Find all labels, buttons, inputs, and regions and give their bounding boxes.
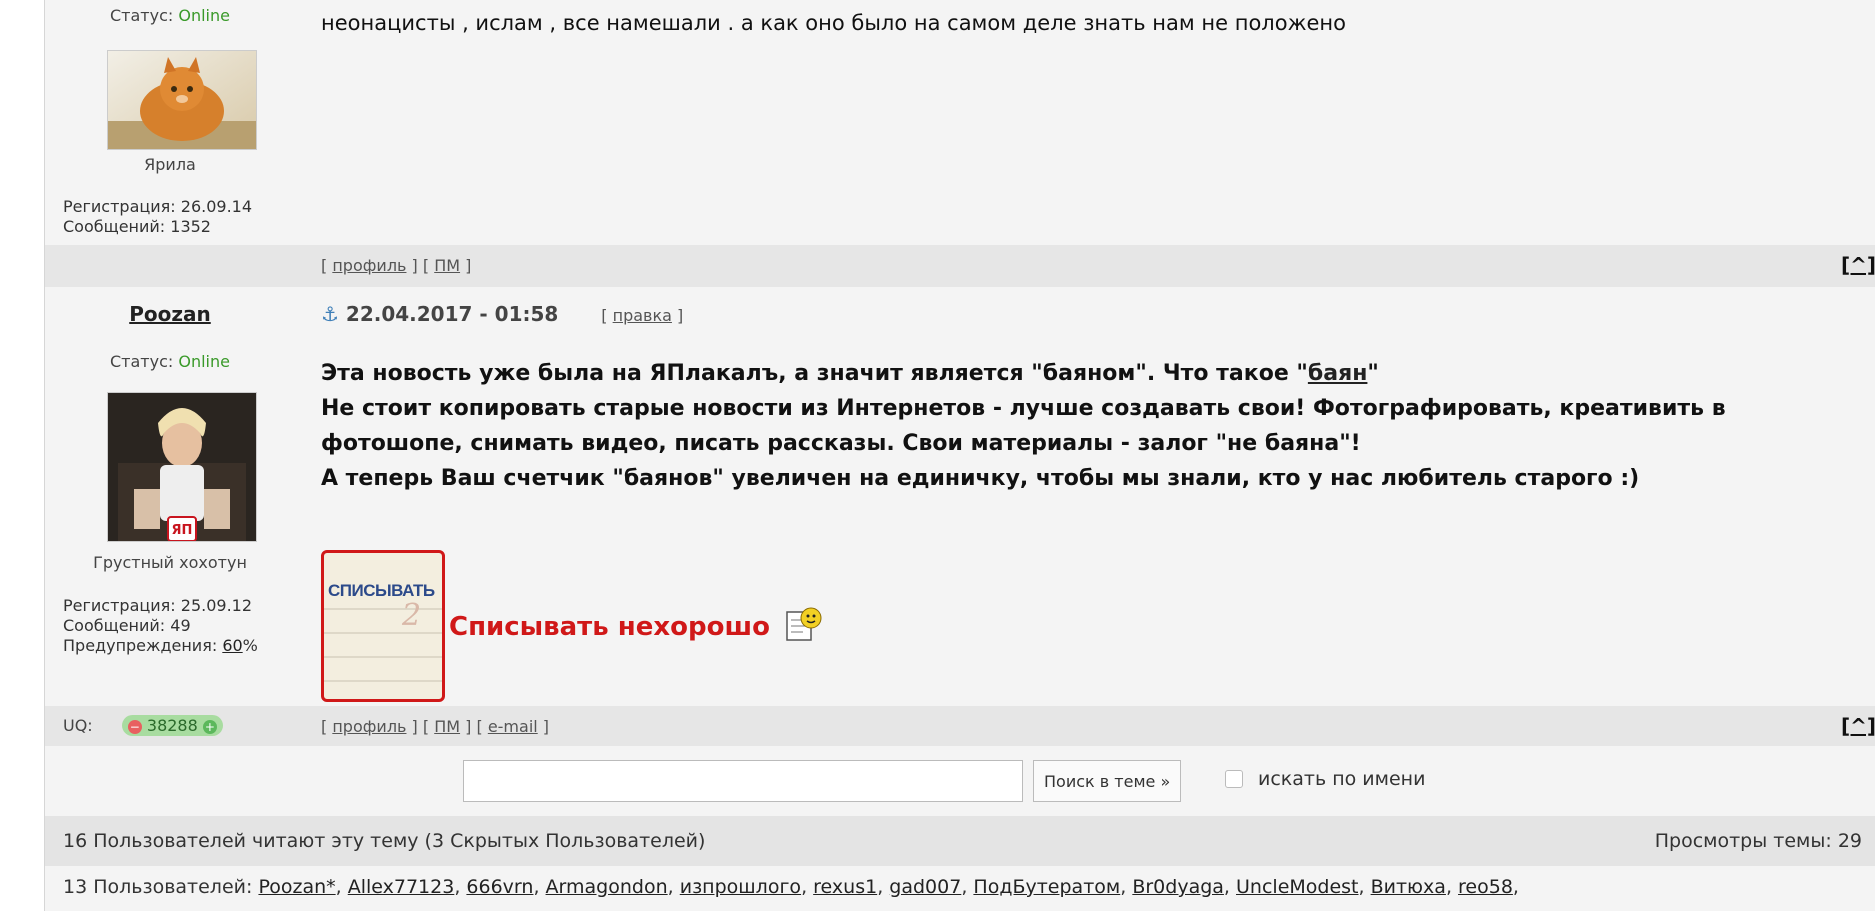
separator: , bbox=[1223, 876, 1230, 898]
separator: , bbox=[533, 876, 540, 898]
separator: , bbox=[1445, 876, 1452, 898]
copying-sticker-image: 2 СПИСЫВАТЬ bbox=[321, 550, 445, 702]
uq-value: 38288 bbox=[146, 716, 198, 735]
pm-link[interactable]: ПМ bbox=[434, 256, 460, 275]
back-to-top-link[interactable]: [^] bbox=[1841, 714, 1875, 738]
separator: , bbox=[1358, 876, 1365, 898]
back-to-top-link[interactable]: [^] bbox=[1841, 253, 1875, 277]
profile-link[interactable]: профиль bbox=[332, 717, 406, 736]
warnings-line: Предупреждения: 60% bbox=[63, 636, 258, 655]
post2-author-panel: Статус: Online bbox=[45, 352, 295, 371]
online-status: Online bbox=[178, 352, 230, 371]
post2-text: Эта новость уже была на ЯПлакалъ, а знач… bbox=[321, 356, 1726, 496]
post1-status: Статус: Online bbox=[110, 6, 230, 25]
reader-user-link[interactable]: Витюха bbox=[1371, 876, 1446, 898]
post2-header: ⚓ 22.04.2017 - 01:58 [ правка ] bbox=[321, 302, 683, 326]
separator: , bbox=[454, 876, 461, 898]
separator: , bbox=[801, 876, 808, 898]
post2-line4: А теперь Ваш счетчик "баянов" увеличен н… bbox=[321, 466, 1640, 491]
reader-user-link[interactable]: Poozan* bbox=[258, 876, 335, 898]
reader-user-link[interactable]: 666vrn bbox=[466, 876, 533, 898]
forum-page: Статус: Online Ярила Регистрация: 26.09.… bbox=[44, 0, 1875, 911]
post1-links: [ профиль ] [ ПМ ] bbox=[321, 256, 472, 275]
registration-date: Регистрация: 25.09.12 bbox=[63, 596, 253, 615]
reader-user-link[interactable]: ПодБутератом bbox=[973, 876, 1120, 898]
search-by-name-checkbox[interactable] bbox=[1225, 770, 1243, 788]
registration-date: Регистрация: 26.09.14 bbox=[63, 197, 253, 216]
online-status: Online bbox=[178, 6, 230, 25]
post1-footer-bar: [ профиль ] [ ПМ ] [^] bbox=[45, 245, 1875, 287]
uq-plus-button[interactable]: + bbox=[202, 720, 217, 734]
separator: , bbox=[667, 876, 674, 898]
search-in-topic-button[interactable]: Поиск в теме » bbox=[1033, 760, 1182, 802]
profile-link[interactable]: профиль bbox=[332, 256, 406, 275]
readers-users-line: 13 Пользователей: Poozan*, Allex77123, 6… bbox=[63, 876, 1519, 898]
post1-avatar-caption: Ярила bbox=[144, 155, 196, 174]
separator: , bbox=[335, 876, 342, 898]
reader-user-link[interactable]: Allex77123 bbox=[348, 876, 455, 898]
readers-header: 16 Пользователей читают эту тему (3 Скры… bbox=[45, 816, 1875, 866]
post2-line1: Эта новость уже была на ЯПлакалъ, а знач… bbox=[321, 361, 1379, 386]
separator: , bbox=[877, 876, 884, 898]
back-to-top-anchor[interactable]: [^] bbox=[1841, 253, 1875, 277]
svg-text:ЯП: ЯП bbox=[172, 523, 193, 538]
uq-minus-button[interactable]: − bbox=[127, 720, 142, 734]
back-to-top-anchor[interactable]: [^] bbox=[1841, 714, 1875, 738]
notepad-smiley-icon bbox=[783, 604, 823, 651]
post2-status: Статус: Online bbox=[110, 352, 230, 371]
topic-search-input[interactable] bbox=[463, 760, 1023, 802]
post2-footer-bar: UQ: − 38288 + [ профиль ] [ ПМ ] [ e-mai… bbox=[45, 706, 1875, 746]
reader-user-link[interactable]: изпрошлого bbox=[680, 876, 801, 898]
post2-author-name[interactable]: Poozan bbox=[45, 302, 295, 326]
reader-user-link[interactable]: Br0dyaga bbox=[1132, 876, 1224, 898]
pm-link[interactable]: ПМ bbox=[434, 717, 460, 736]
anchor-icon[interactable]: ⚓ bbox=[321, 302, 339, 326]
sticker-text: СПИСЫВАТЬ bbox=[328, 581, 435, 600]
search-by-name-label: искать по имени bbox=[1258, 768, 1426, 790]
reader-user-link[interactable]: rexus1 bbox=[813, 876, 877, 898]
post2-avatar-caption: Грустный хохотун bbox=[93, 553, 247, 572]
post1-avatar[interactable] bbox=[107, 50, 257, 150]
reader-user-link[interactable]: gad007 bbox=[889, 876, 961, 898]
topic-views: Просмотры темы: 29 bbox=[1654, 830, 1862, 852]
post2-line2: Не стоит копировать старые новости из Ин… bbox=[321, 396, 1726, 421]
warnings-link[interactable]: 60 bbox=[222, 636, 242, 655]
message-count: Сообщений: 1352 bbox=[63, 217, 211, 236]
svg-text:2: 2 bbox=[401, 598, 421, 633]
reader-user-links: Poozan*, Allex77123, 666vrn, Armagondon,… bbox=[258, 876, 1519, 898]
edit-link-wrap: [ правка ] bbox=[601, 306, 684, 325]
post1-text: неонацисты , ислам , все намешали . а ка… bbox=[321, 11, 1346, 35]
uq-badge: − 38288 + bbox=[121, 715, 223, 736]
author-link[interactable]: Poozan bbox=[129, 302, 211, 326]
separator: , bbox=[1512, 876, 1519, 898]
reader-user-link[interactable]: Armagondon bbox=[546, 876, 668, 898]
readers-summary: 16 Пользователей читают эту тему (3 Скры… bbox=[63, 830, 706, 852]
separator: , bbox=[1120, 876, 1127, 898]
email-link[interactable]: e-mail bbox=[488, 717, 538, 736]
edit-link[interactable]: правка bbox=[613, 306, 672, 325]
message-count: Сообщений: 49 bbox=[63, 616, 191, 635]
post1-author-panel: Статус: Online bbox=[45, 6, 295, 25]
post2-user-stats: Регистрация: 25.09.12 Сообщений: 49 Пред… bbox=[63, 596, 258, 656]
readers-list: 13 Пользователей: Poozan*, Allex77123, 6… bbox=[45, 866, 1875, 911]
topic-search-row: Поиск в теме » искать по имени bbox=[45, 746, 1875, 816]
post2-avatar[interactable]: ЯП bbox=[107, 392, 257, 542]
warning-text: Списывать нехорошо bbox=[449, 604, 823, 651]
bayan-link[interactable]: баян bbox=[1308, 361, 1368, 386]
uq-rating: UQ: − 38288 + bbox=[63, 715, 223, 736]
reader-user-link[interactable]: UncleModest bbox=[1236, 876, 1358, 898]
reader-user-link[interactable]: reo58 bbox=[1458, 876, 1513, 898]
post2-links: [ профиль ] [ ПМ ] [ e-mail ] bbox=[321, 717, 550, 736]
post-date: 22.04.2017 - 01:58 bbox=[345, 302, 559, 326]
separator: , bbox=[961, 876, 968, 898]
post2-line3: фотошопе, снимать видео, писать рассказы… bbox=[321, 431, 1361, 456]
post1-user-stats: Регистрация: 26.09.14 Сообщений: 1352 bbox=[63, 197, 252, 237]
